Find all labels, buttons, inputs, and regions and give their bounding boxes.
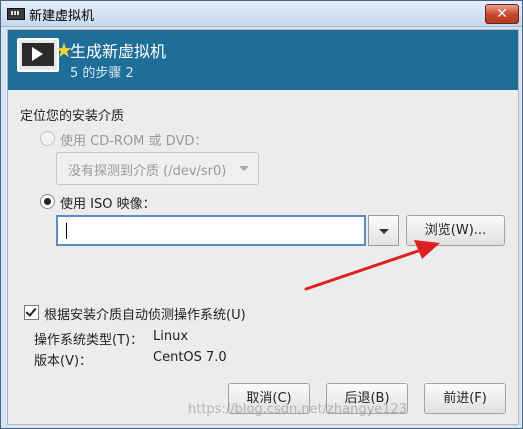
title-bar[interactable]: 新建虚拟机 ✕ [1,1,522,27]
cdrom-device-select[interactable]: 没有探测到介质 (/dev/sr0) [56,152,259,185]
text-caret [66,223,67,239]
cdrom-radio[interactable] [40,131,55,146]
autodetect-os-checkbox[interactable] [24,305,39,320]
os-version-label: 版本(V)： [34,354,93,369]
check-icon [25,305,37,317]
cdrom-label: 使用 CD-ROM 或 DVD： [60,134,208,149]
os-type-label: 操作系统类型(T)： [34,333,144,348]
new-vm-window: 新建虚拟机 ✕ ★ 生成新虚拟机 5 的步骤 2 定位您的安装介质 使用 CD-… [0,0,523,429]
media-heading: 定位您的安装介质 [20,109,125,124]
os-version-value: CentOS 7.0 [153,350,227,365]
iso-radio[interactable] [40,194,55,209]
chevron-down-icon [379,229,389,234]
iso-path-input[interactable] [56,215,366,246]
autodetect-os-label: 根据安装介质自动侦测操作系统(U) [44,308,246,323]
close-button[interactable]: ✕ [485,4,519,24]
page-title: 生成新虚拟机 [70,42,167,61]
iso-label: 使用 ISO 映像： [60,197,156,212]
forward-button[interactable]: 前进(F) [424,383,506,414]
iso-history-dropdown[interactable] [368,215,399,246]
os-type-value: Linux [153,329,189,344]
window-title: 新建虚拟机 [29,9,95,24]
step-indicator: 5 的步骤 2 [70,66,134,81]
chevron-down-icon [239,166,249,171]
browse-button[interactable]: 浏览(W)... [406,215,505,246]
header-banner: ★ 生成新虚拟机 5 的步骤 2 [8,30,518,90]
cdrom-device-value: 没有探测到介质 (/dev/sr0) [68,164,227,179]
monitor-new-vm-icon: ★ [17,38,73,72]
virt-manager-icon [7,8,25,20]
watermark: https://blog.csdn.net/zhangye123 [188,402,408,417]
dialog-content: ★ 生成新虚拟机 5 的步骤 2 定位您的安装介质 使用 CD-ROM 或 DV… [7,29,519,425]
